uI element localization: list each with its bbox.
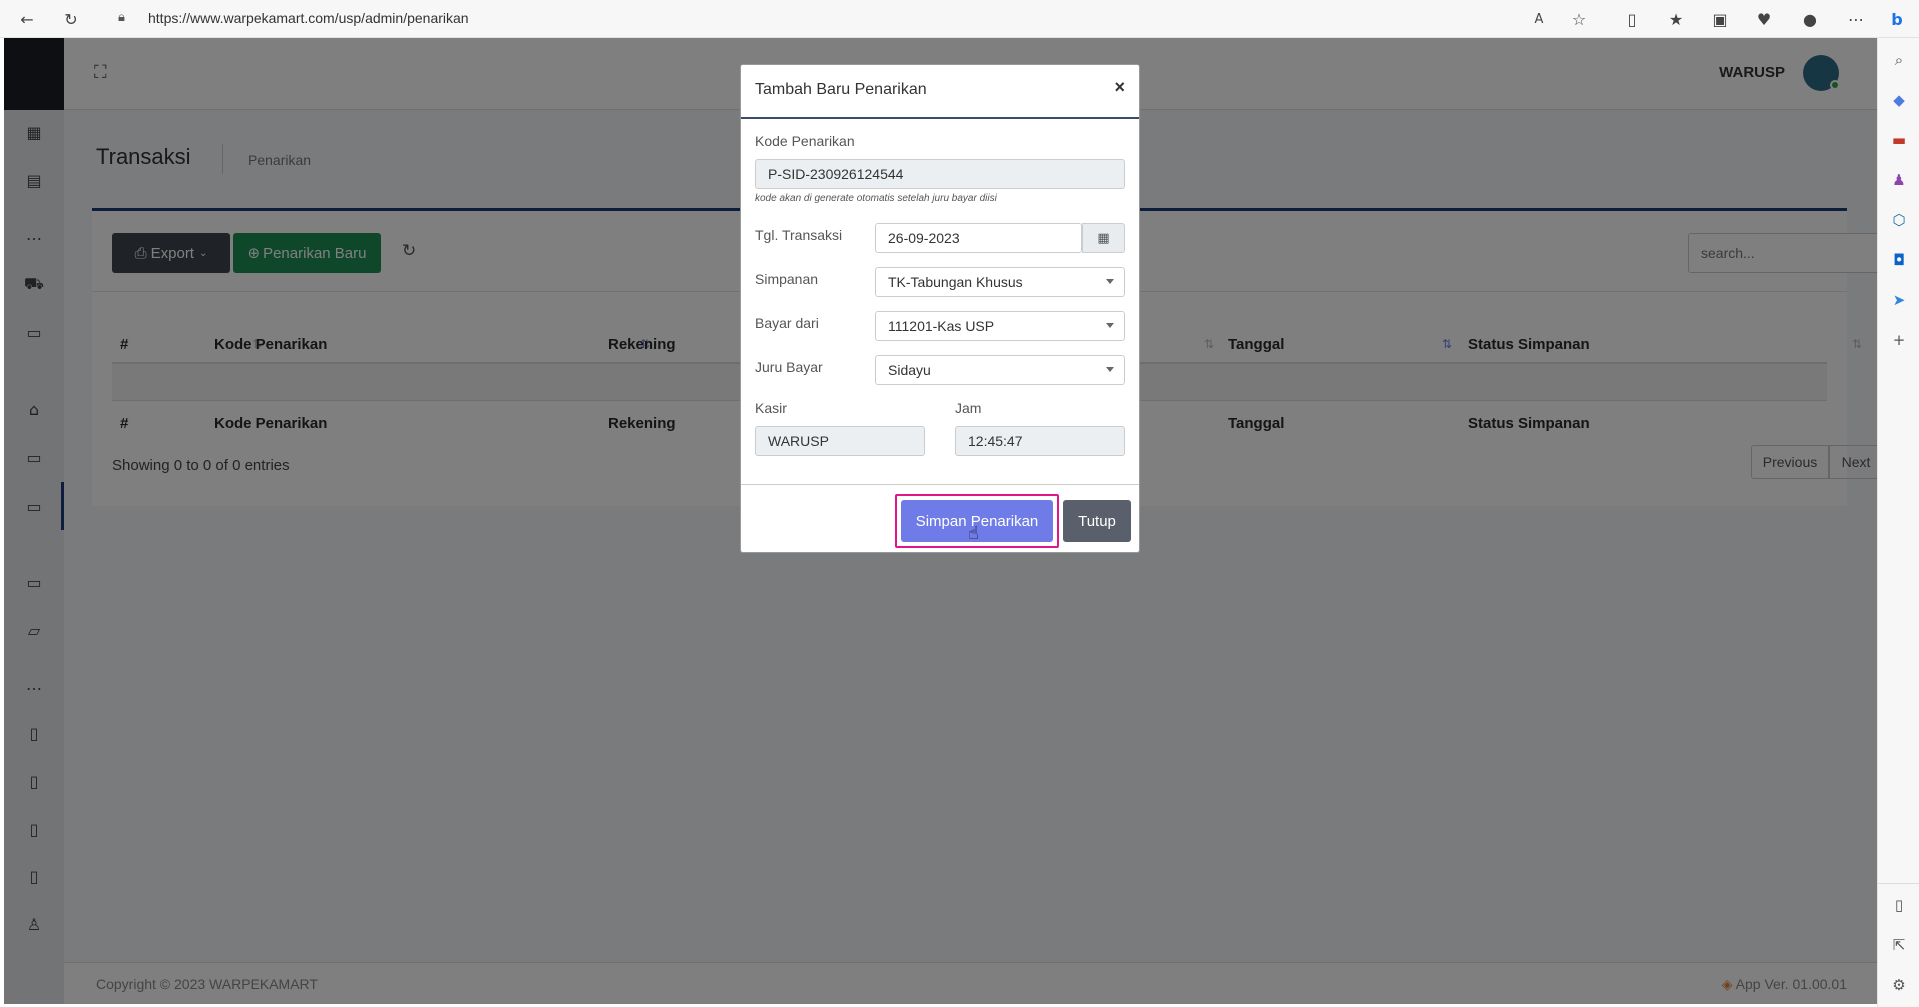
- settings-icon[interactable]: ⚙: [1887, 973, 1911, 997]
- simpanan-value: TK-Tabungan Khusus: [888, 274, 1023, 290]
- read-aloud-icon[interactable]: A: [1527, 8, 1551, 30]
- collections-icon[interactable]: ▣: [1708, 8, 1732, 30]
- panel-icon[interactable]: ▯: [1887, 893, 1911, 917]
- close-icon[interactable]: ×: [1114, 77, 1125, 98]
- browser-side-panel: ⌕ ◆ ▬ ♟ ⬡ ◘ ➤ + ▯ ⇱ ⚙: [1877, 38, 1919, 1007]
- kasir-field[interactable]: WARUSP: [755, 426, 925, 456]
- modal-header-divider: [741, 117, 1139, 119]
- juru-value: Sidayu: [888, 362, 931, 378]
- more-icon[interactable]: ⋯: [1844, 8, 1868, 30]
- close-button[interactable]: Tutup: [1063, 500, 1131, 542]
- toolbox-icon[interactable]: ▬: [1887, 128, 1911, 152]
- kode-hint: kode akan di generate otomatis setelah j…: [755, 193, 997, 204]
- tag-icon[interactable]: ◆: [1887, 88, 1911, 112]
- extensions-icon[interactable]: ♥: [1752, 8, 1776, 30]
- address-bar[interactable]: https://www.warpekamart.com/usp/admin/pe…: [148, 10, 469, 26]
- tgl-field[interactable]: 26-09-2023: [875, 223, 1082, 253]
- lock-icon[interactable]: 🔒︎: [118, 9, 125, 25]
- search-icon[interactable]: ⌕: [1887, 48, 1911, 72]
- jam-field[interactable]: 12:45:47: [955, 426, 1125, 456]
- modal-footer-divider: [741, 484, 1139, 485]
- cursor-icon: ☝: [968, 523, 979, 544]
- bayar-value: 111201-Kas USP: [888, 318, 995, 334]
- kasir-label: Kasir: [755, 400, 787, 416]
- tgl-label: Tgl. Transaksi: [755, 227, 843, 243]
- favorite-icon[interactable]: ☆: [1567, 8, 1591, 30]
- split-screen-icon[interactable]: ▯: [1620, 8, 1644, 30]
- simpanan-select[interactable]: TK-Tabungan Khusus: [875, 267, 1125, 297]
- favorites-icon[interactable]: ★: [1664, 8, 1688, 30]
- calendar-icon[interactable]: ▦: [1082, 223, 1125, 253]
- bing-icon[interactable]: b: [1885, 8, 1909, 30]
- browser-toolbar: ← ↻ 🔒︎ https://www.warpekamart.com/usp/a…: [0, 0, 1919, 38]
- outlook-icon[interactable]: ◘: [1887, 248, 1911, 272]
- simpanan-label: Simpanan: [755, 271, 819, 287]
- profile-icon[interactable]: ●: [1798, 8, 1822, 30]
- refresh-icon[interactable]: ↻: [59, 8, 83, 30]
- caret-down-icon: [1106, 323, 1114, 328]
- kode-field[interactable]: P-SID-230926124544: [755, 159, 1125, 189]
- bayar-select[interactable]: 111201-Kas USP: [875, 311, 1125, 341]
- juru-label: Juru Bayar: [755, 359, 823, 375]
- modal-title: Tambah Baru Penarikan: [755, 81, 927, 98]
- chess-icon[interactable]: ♟: [1887, 168, 1911, 192]
- caret-down-icon: [1106, 367, 1114, 372]
- kode-label: Kode Penarikan: [755, 133, 855, 149]
- back-icon[interactable]: ←: [15, 8, 39, 30]
- juru-select[interactable]: Sidayu: [875, 355, 1125, 385]
- side-divider: [1878, 883, 1919, 884]
- jam-label: Jam: [955, 400, 982, 416]
- open-external-icon[interactable]: ⇱: [1887, 933, 1911, 957]
- bayar-label: Bayar dari: [755, 315, 819, 331]
- add-icon[interactable]: +: [1887, 328, 1911, 352]
- office-icon[interactable]: ⬡: [1887, 208, 1911, 232]
- caret-down-icon: [1106, 279, 1114, 284]
- add-withdrawal-modal: Tambah Baru Penarikan × Kode Penarikan P…: [740, 64, 1140, 553]
- send-icon[interactable]: ➤: [1887, 288, 1911, 312]
